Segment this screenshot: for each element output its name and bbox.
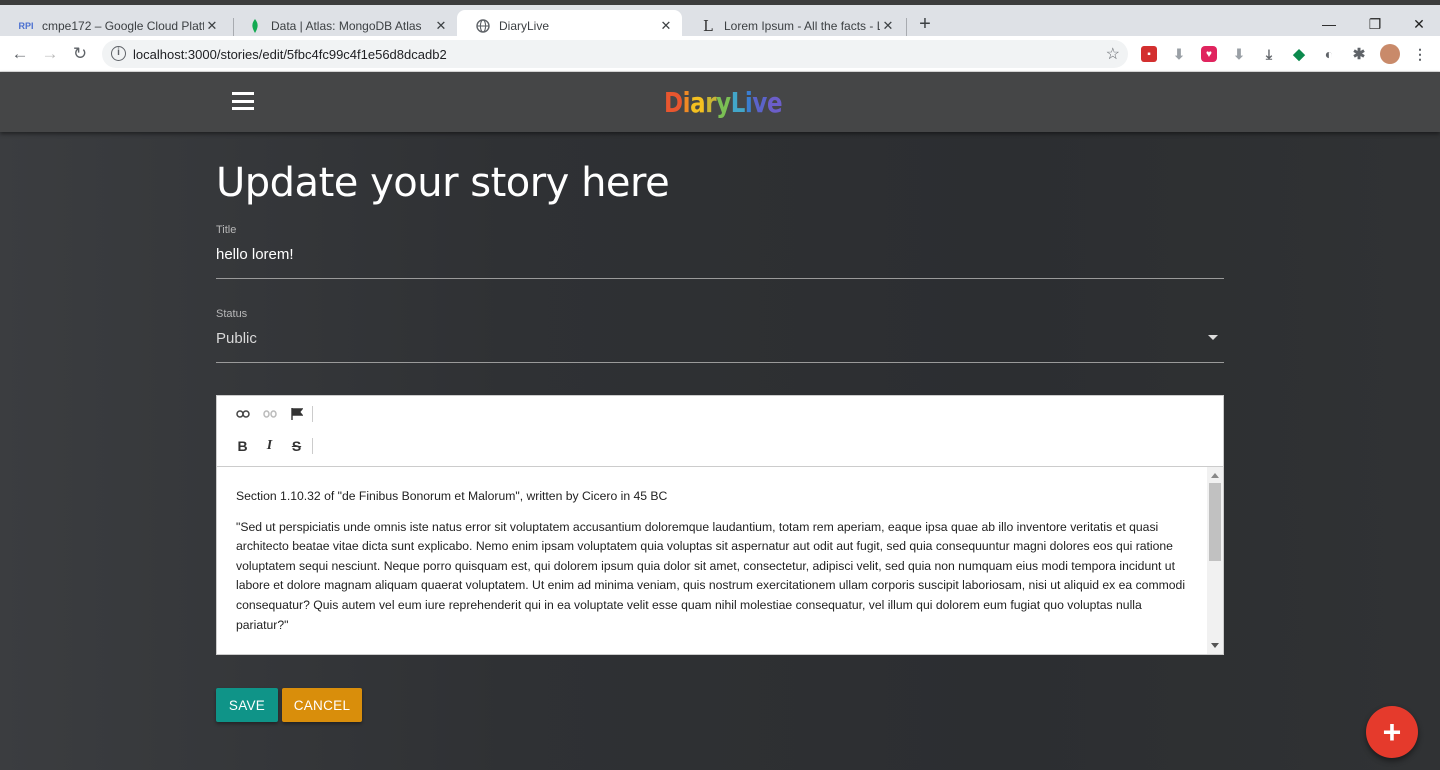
page-title: Update your story here — [216, 160, 670, 206]
restore-window-icon[interactable]: ❐ — [1352, 10, 1398, 38]
app-page: DiaryLive Update your story here Title h… — [0, 72, 1440, 770]
hamburger-menu-icon[interactable] — [232, 92, 254, 110]
status-label: Status — [216, 308, 248, 320]
status-select[interactable]: Public — [216, 327, 1224, 363]
story-body-editor[interactable]: B I S Section 1.10.32 of "de Finibus Bon… — [216, 395, 1224, 655]
scrollbar-thumb[interactable] — [1209, 483, 1221, 561]
cancel-button[interactable]: CANCEL — [282, 688, 362, 722]
editor-toolbar: B I S — [217, 396, 1223, 467]
editor-paragraph: "Sed ut perspiciatis unde omnis iste nat… — [236, 519, 1186, 632]
browser-toolbar: ← → ↻ i localhost:3000/stories/edit/5fbc… — [0, 36, 1440, 72]
close-window-icon[interactable]: ✕ — [1396, 10, 1440, 38]
reload-icon[interactable]: ↻ — [68, 42, 92, 66]
url-text[interactable]: localhost:3000/stories/edit/5fbc4fc99c4f… — [133, 47, 447, 62]
save-button[interactable]: SAVE — [216, 688, 278, 722]
tab-separator — [906, 18, 907, 36]
tab-title: Lorem Ipsum - All the facts - Lipsum — [724, 18, 880, 33]
editor-toolbar-row — [229, 403, 313, 425]
bold-button[interactable]: B — [229, 435, 256, 457]
downloads-icon[interactable]: ⤓ — [1261, 46, 1277, 62]
globe-icon — [475, 18, 491, 34]
app-navbar: DiaryLive — [0, 72, 1440, 132]
new-tab-button[interactable]: + — [914, 14, 936, 36]
tab-title: DiaryLive — [499, 18, 550, 33]
status-selected-value[interactable]: Public — [216, 327, 1224, 362]
dropdown-caret-icon[interactable] — [1208, 335, 1218, 340]
editor-scrollbar[interactable] — [1207, 467, 1223, 654]
extension-arrow-gray-icon[interactable]: ⬇ — [1231, 46, 1247, 62]
extension-green-icon[interactable]: ◆ — [1291, 46, 1307, 63]
close-tab-icon[interactable]: ✕ — [204, 18, 220, 34]
toolbar-separator — [312, 438, 313, 454]
diarylive-logo[interactable]: DiaryLive — [664, 86, 783, 119]
profile-avatar[interactable] — [1380, 44, 1400, 64]
address-bar[interactable]: i localhost:3000/stories/edit/5fbc4fc99c… — [102, 40, 1128, 68]
title-field[interactable]: hello lorem! — [216, 243, 1224, 279]
extensions-puzzle-icon[interactable]: ✱ — [1351, 46, 1367, 63]
close-tab-icon[interactable]: ✕ — [658, 18, 674, 34]
back-arrow-icon[interactable]: ← — [8, 42, 32, 66]
link-icon[interactable] — [229, 403, 256, 425]
extension-download-gray-icon[interactable]: ⬇ — [1171, 46, 1187, 62]
rpi-favicon-icon: RPI — [18, 20, 34, 31]
strikethrough-button[interactable]: S — [283, 435, 310, 457]
bookmark-star-icon[interactable]: ☆ — [1106, 44, 1120, 64]
pocket-icon[interactable]: ♥ — [1201, 46, 1217, 62]
extension-red-icon[interactable]: ▪ — [1141, 46, 1157, 62]
editor-paragraph: Section 1.10.32 of "de Finibus Bonorum e… — [236, 489, 668, 503]
add-story-fab-button[interactable]: + — [1366, 706, 1418, 758]
unlink-icon[interactable] — [256, 403, 283, 425]
close-tab-icon[interactable]: ✕ — [880, 18, 896, 34]
close-tab-icon[interactable]: ✕ — [433, 18, 449, 34]
scroll-up-arrow-icon[interactable] — [1211, 473, 1219, 478]
tab-title: cmpe172 – Google Cloud Platform — [42, 18, 204, 33]
scroll-down-arrow-icon[interactable] — [1211, 643, 1219, 648]
lipsum-favicon-icon: L — [703, 16, 713, 35]
title-label: Title — [216, 224, 237, 236]
flag-icon[interactable] — [283, 403, 310, 425]
title-input[interactable]: hello lorem! — [216, 243, 1224, 278]
browser-tab-strip: RPI cmpe172 – Google Cloud Platform ✕ Da… — [0, 0, 1440, 41]
italic-button[interactable]: I — [256, 435, 283, 457]
editor-content[interactable]: Section 1.10.32 of "de Finibus Bonorum e… — [217, 467, 1207, 654]
extension-toggle-icon[interactable]: ◐ — [1321, 46, 1337, 62]
forward-arrow-icon[interactable]: → — [38, 42, 62, 66]
tab-title: Data | Atlas: MongoDB Atlas — [271, 18, 422, 33]
minimize-window-icon[interactable]: ― — [1306, 10, 1352, 38]
site-info-icon[interactable]: i — [111, 46, 126, 61]
browser-menu-icon[interactable]: ⋮ — [1412, 46, 1428, 62]
toolbar-separator — [312, 406, 313, 422]
status-value-text: Public — [216, 330, 257, 347]
editor-toolbar-row: B I S — [229, 435, 313, 457]
mongodb-leaf-icon — [247, 18, 263, 34]
